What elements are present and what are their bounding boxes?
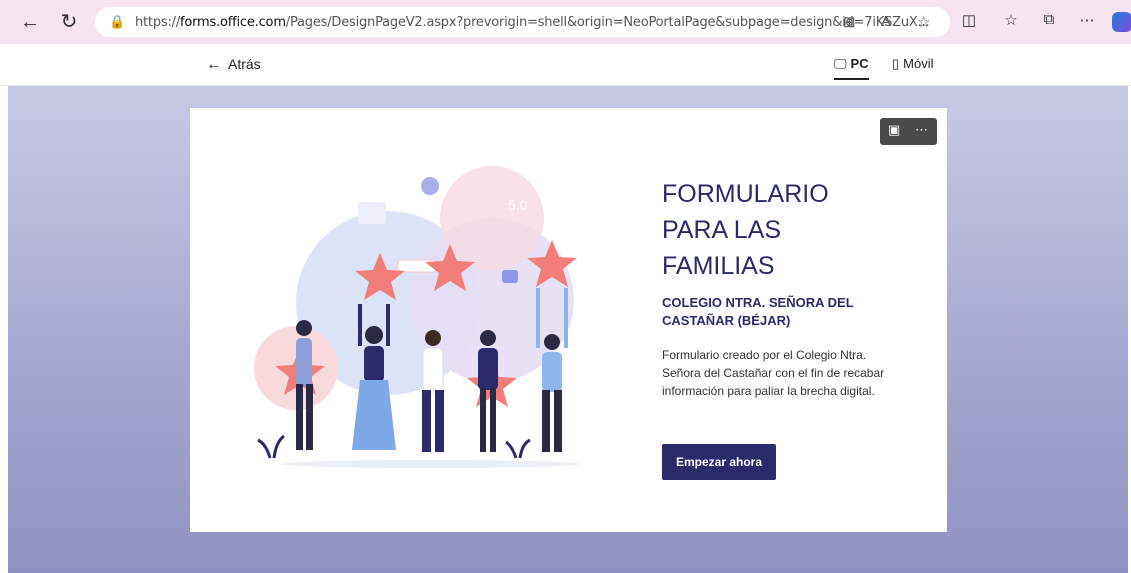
view-pc-tab[interactable]: 🖵 PC (834, 56, 869, 80)
form-cover-card: ▣ ⋯ 5.0 FORMULARIO PARA LAS FAMILIAS COL… (190, 108, 947, 532)
forms-header: ← Atrás 🖵 PC ▯ Móvil (0, 44, 1131, 86)
refresh-icon[interactable]: ↻ (57, 10, 81, 34)
more-icon[interactable]: ⋯ (1076, 11, 1098, 29)
browser-toolbar: ← ↻ 🔒 https://forms.office.com/Pages/Des… (0, 0, 1131, 44)
svg-text:5.0: 5.0 (508, 197, 528, 213)
phone-icon: ▯ (892, 56, 900, 71)
preview-background: ▣ ⋯ 5.0 FORMULARIO PARA LAS FAMILIAS COL… (8, 86, 1128, 573)
copilot-icon[interactable] (1112, 12, 1131, 32)
start-button[interactable]: Empezar ahora (662, 444, 776, 480)
lock-icon[interactable]: 🔒 (109, 14, 125, 30)
url-text[interactable]: https://forms.office.com/Pages/DesignPag… (135, 15, 930, 30)
form-subtitle: COLEGIO NTRA. SEÑORA DEL CASTAÑAR (BÉJAR… (662, 295, 854, 328)
back-icon[interactable]: ← (18, 10, 42, 34)
cover-illustration: 5.0 (254, 166, 580, 468)
favorites-icon[interactable]: ☆ (1000, 11, 1022, 29)
split-screen-icon[interactable]: ◫ (958, 11, 980, 29)
address-bar[interactable]: 🔒 https://forms.office.com/Pages/DesignP… (95, 7, 950, 37)
read-aloud-icon[interactable]: A (881, 13, 891, 30)
more-options-icon[interactable]: ⋯ (915, 122, 928, 138)
collections-icon[interactable]: ⧉ (1038, 11, 1060, 28)
form-description: Formulario creado por el Colegio Ntra. S… (662, 348, 885, 398)
back-link[interactable]: ← Atrás (206, 56, 261, 74)
layout-icon[interactable]: ▣ (888, 122, 900, 138)
form-title: FORMULARIO PARA LAS FAMILIAS (662, 180, 829, 280)
monitor-icon: 🖵 (834, 56, 847, 71)
rating-badge: 5.0 (508, 197, 528, 213)
app-grid-icon[interactable]: ⊞ (843, 13, 856, 31)
arrow-left-icon: ← (206, 56, 222, 73)
card-toolbar: ▣ ⋯ (880, 118, 937, 145)
view-mobile-tab[interactable]: ▯ Móvil (892, 56, 934, 72)
favorite-icon[interactable]: ☆ (917, 13, 930, 31)
